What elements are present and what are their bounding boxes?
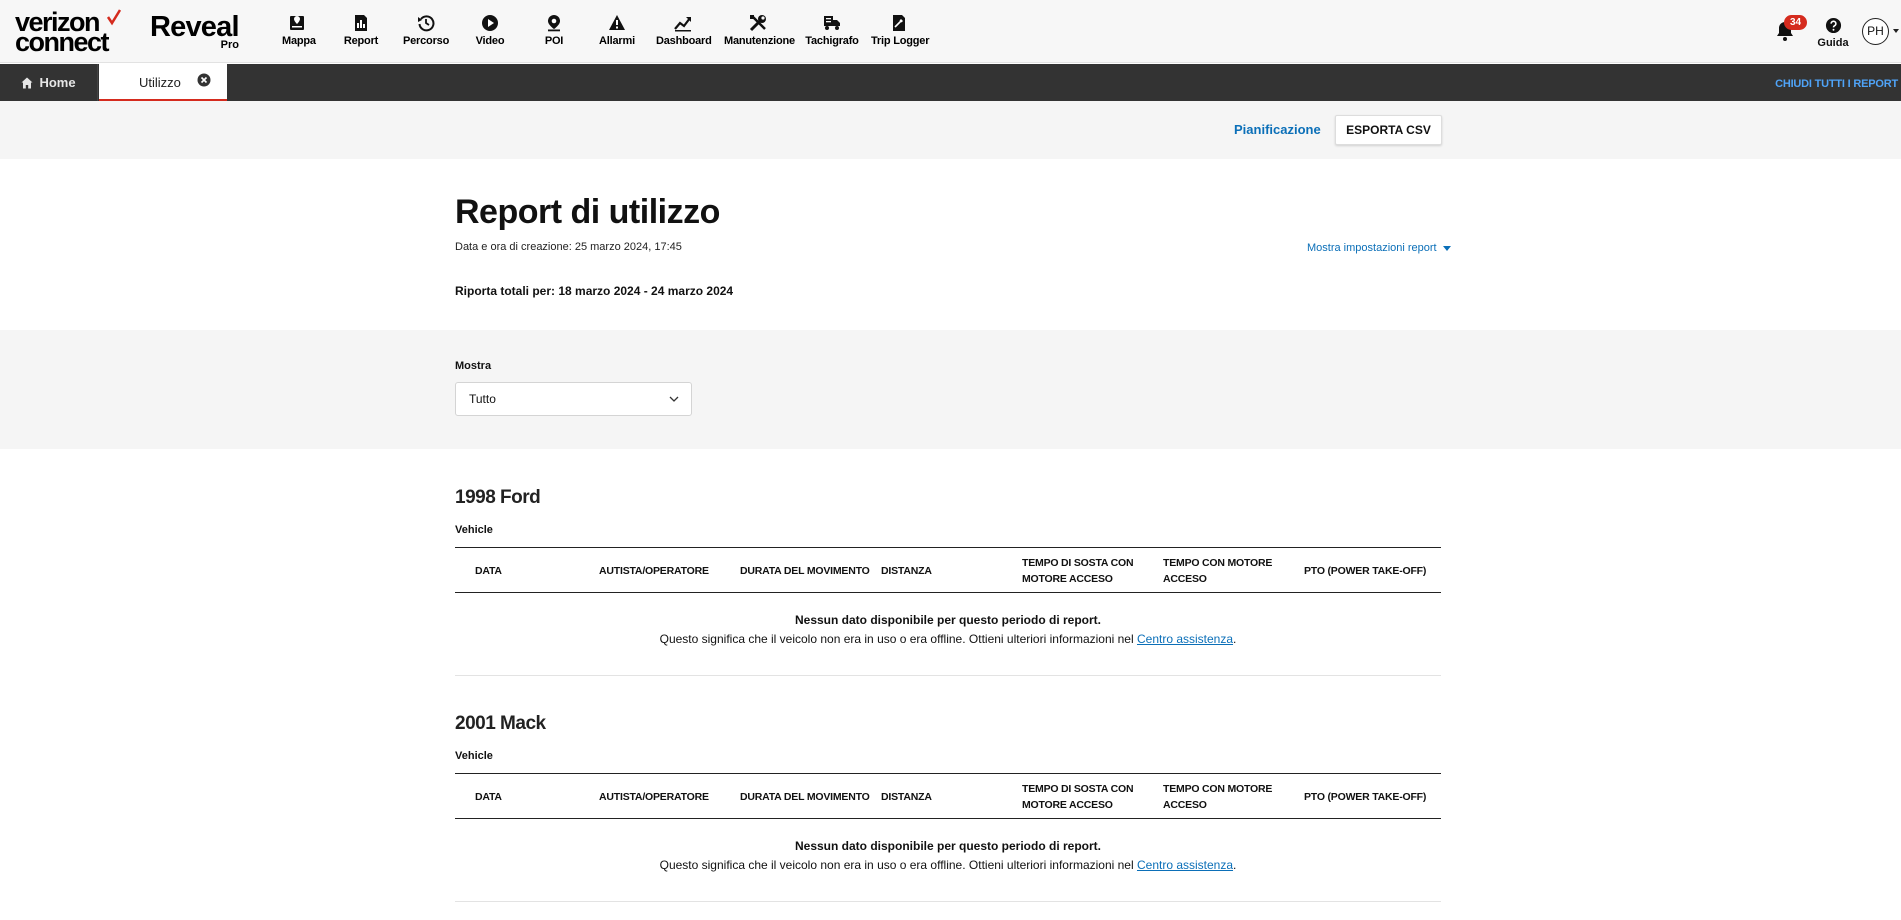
column-header-engine-on-time[interactable]: TEMPO CON MOTORE ACCESO [1163,548,1288,594]
show-report-settings-label: Mostra impostazioni report [1307,242,1437,254]
nav-label: Trip Logger [871,35,930,47]
report-created-timestamp: Data e ora di creazione: 25 marzo 2024, … [455,241,682,253]
map-icon [290,16,304,30]
column-header-idle-time[interactable]: TEMPO DI SOSTA CON MOTORE ACCESO [1022,548,1147,594]
report-action-bar: Pianificazione ESPORTA CSV [0,101,1901,159]
poi-pin-icon [548,15,560,32]
column-header-pto[interactable]: PTO (POWER TAKE-OFF) [1304,774,1434,820]
nav-label: Percorso [403,35,450,47]
tab-home-label: Home [39,75,76,90]
column-header-data[interactable]: DATA [475,774,585,820]
filter-bar: Mostra Tutto [0,330,1901,449]
tachograph-truck-icon [824,16,840,30]
nav-label: Report [343,35,379,47]
user-avatar[interactable]: PH [1862,18,1889,45]
help-label: Guida [1817,37,1849,49]
nav-label: Mappa [282,35,316,47]
column-header-pto[interactable]: PTO (POWER TAKE-OFF) [1304,548,1434,594]
column-header-moving-duration[interactable]: DURATA DEL MOVIMENTO [740,548,875,594]
no-data-title: Nessun dato disponibile per questo perio… [794,613,1102,627]
show-report-settings-toggle[interactable]: Mostra impostazioni report [1307,242,1451,254]
page-title: Report di utilizzo [455,193,720,231]
report-tab-bar: Home Utilizzo CHIUDI TUTTI I REPORT [0,64,1901,101]
user-menu-caret-icon[interactable] [1893,29,1899,33]
nav-item-trip-logger[interactable]: Trip Logger [871,14,930,54]
show-filter-value: Tutto [469,392,496,406]
reveal-pro-logo: Reveal Pro [150,12,242,52]
tools-icon [749,15,766,32]
no-data-end: . [1233,632,1237,646]
column-header-driver[interactable]: AUTISTA/OPERATORE [599,548,729,594]
tab-home[interactable]: Home [0,64,98,101]
report-icon [355,15,367,31]
column-header-distance[interactable]: DISTANZA [881,548,1001,594]
help-button[interactable]: Guida [1817,17,1849,49]
nav-item-poi[interactable]: POI [540,14,568,54]
no-data-message: Questo significa che il veicolo non era … [455,632,1441,646]
column-header-data[interactable]: DATA [475,548,585,594]
help-center-link[interactable]: Centro assistenza [1137,858,1233,872]
logo-text-line2: connect [15,27,110,57]
nav-item-dashboard[interactable]: Dashboard [656,14,712,54]
column-header-engine-on-time[interactable]: TEMPO CON MOTORE ACCESO [1163,774,1288,820]
nav-item-allarmi[interactable]: Allarmi [599,14,635,54]
nav-item-mappa[interactable]: Mappa [282,14,316,54]
export-csv-button[interactable]: ESPORTA CSV [1335,115,1442,145]
home-icon [21,77,33,88]
product-tier: Pro [220,39,239,51]
product-name: Reveal [150,11,240,43]
vehicle-name: 1998 Ford [455,487,541,508]
nav-item-manutenzione[interactable]: Manutenzione [724,14,795,54]
section-divider [455,675,1441,676]
verizon-connect-logo[interactable]: verizon connect [15,9,123,57]
show-filter-label: Mostra [455,360,492,372]
column-header-moving-duration[interactable]: DURATA DEL MOVIMENTO [740,774,875,820]
report-totals-period: Riporta totali per: 18 marzo 2024 - 24 m… [455,284,734,298]
dashboard-chart-icon [674,17,691,32]
no-data-title: Nessun dato disponibile per questo perio… [794,839,1102,853]
chevron-down-icon [669,396,679,402]
notification-count-badge[interactable]: 34 [1784,15,1807,30]
close-tab-icon[interactable] [197,73,211,87]
column-header-distance[interactable]: DISTANZA [881,774,1001,820]
help-center-link[interactable]: Centro assistenza [1137,632,1233,646]
alert-icon [609,15,625,30]
column-header-idle-time[interactable]: TEMPO DI SOSTA CON MOTORE ACCESO [1022,774,1147,820]
nav-label: Video [475,35,505,47]
no-data-end: . [1233,858,1237,872]
nav-item-percorso[interactable]: Percorso [403,14,449,54]
top-navigation: verizon connect Reveal Pro Mappa Report … [0,0,1901,63]
nav-label: Allarmi [599,35,635,47]
nav-item-video[interactable]: Video [475,14,505,54]
tab-utilizzo-label: Utilizzo [139,75,181,90]
vehicle-type: Vehicle [455,750,493,762]
column-header-driver[interactable]: AUTISTA/OPERATORE [599,774,729,820]
no-data-text: Questo significa che il veicolo non era … [659,858,1137,872]
verizon-check-icon [106,9,122,26]
trip-logger-icon [893,15,905,31]
nav-label: Dashboard [656,35,712,47]
nav-item-report[interactable]: Report [343,14,379,54]
help-question-icon [1825,17,1841,34]
caret-down-icon [1442,245,1451,251]
history-icon [418,15,435,32]
tab-utilizzo[interactable]: Utilizzo [99,64,227,101]
close-all-reports-link[interactable]: CHIUDI TUTTI I REPORT [1775,78,1898,90]
section-divider [455,901,1441,902]
show-filter-select[interactable]: Tutto [455,382,692,416]
schedule-link[interactable]: Pianificazione [1234,122,1321,137]
no-data-message: Questo significa che il veicolo non era … [455,858,1441,872]
table-header: DATA AUTISTA/OPERATORE DURATA DEL MOVIME… [455,547,1441,593]
nav-label: POI [544,35,564,47]
no-data-text: Questo significa che il veicolo non era … [659,632,1137,646]
nav-item-tachigrafo[interactable]: Tachigrafo [805,14,859,54]
video-play-icon [482,15,498,31]
vehicle-type: Vehicle [455,524,493,536]
table-header: DATA AUTISTA/OPERATORE DURATA DEL MOVIME… [455,773,1441,819]
nav-label: Tachigrafo [805,35,859,47]
vehicle-name: 2001 Mack [455,713,546,734]
nav-label: Manutenzione [724,35,795,47]
